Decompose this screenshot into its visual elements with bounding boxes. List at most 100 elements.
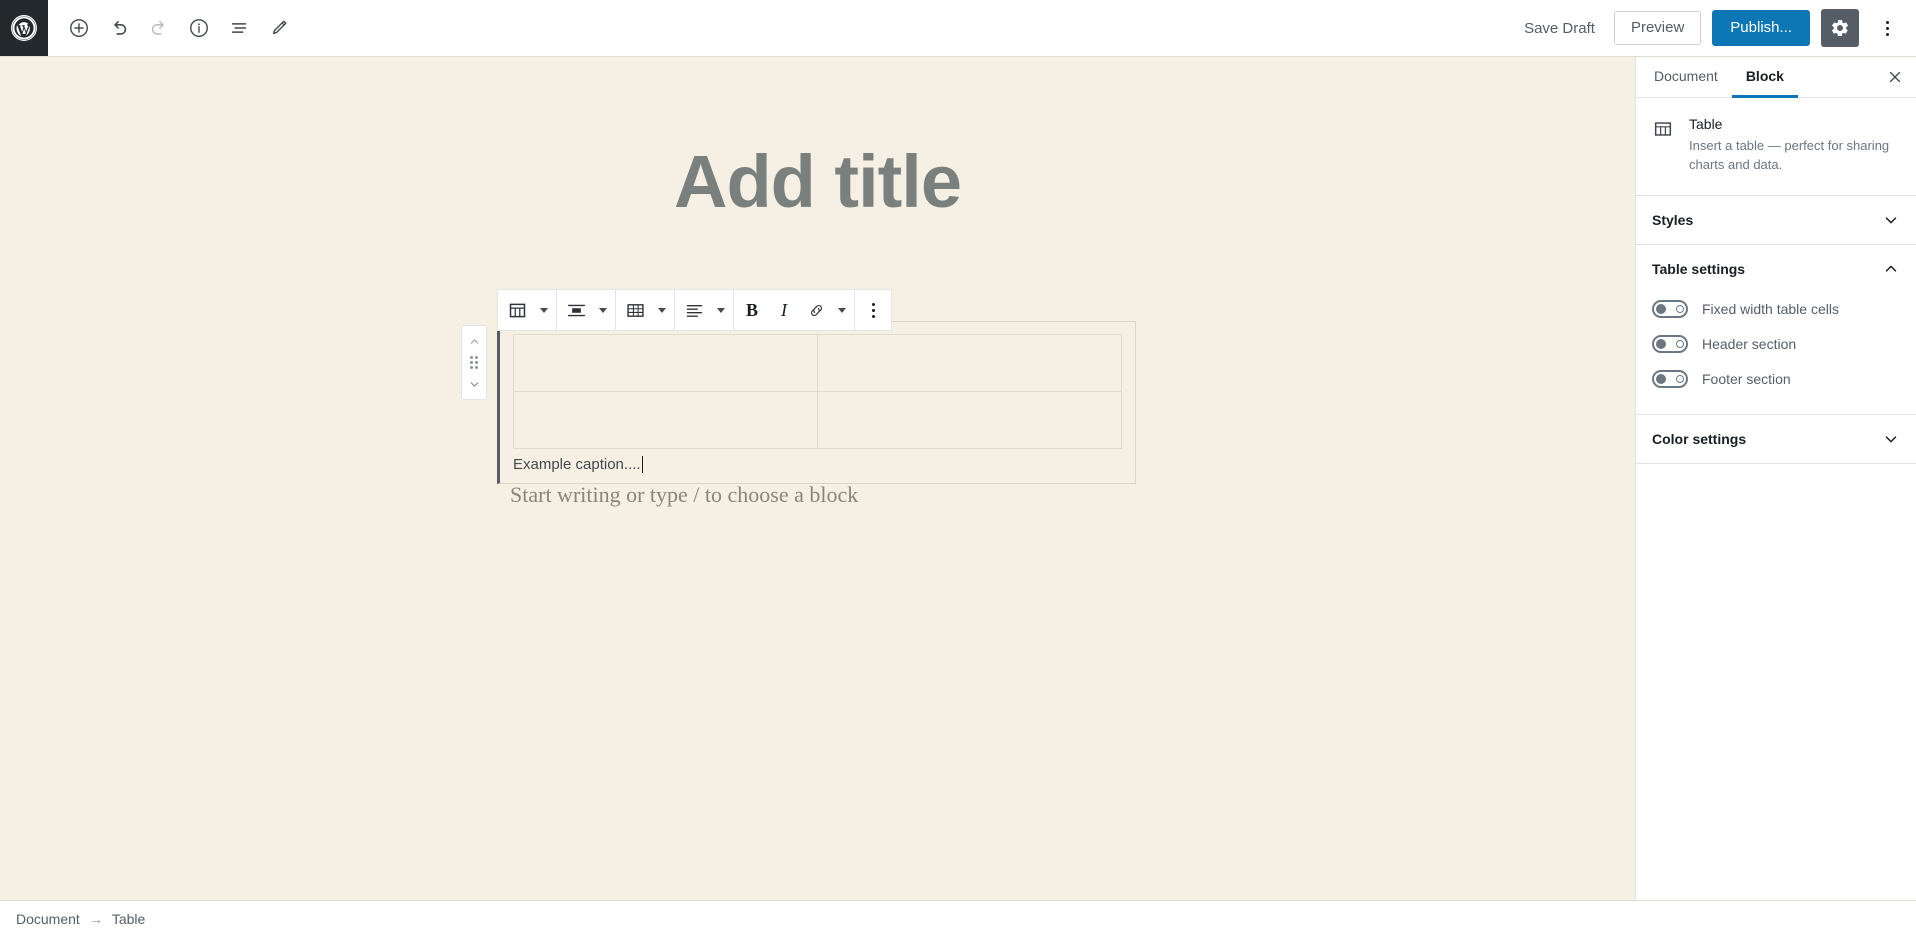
save-draft-button[interactable]: Save Draft [1516, 14, 1603, 43]
panel-color-settings-header[interactable]: Color settings [1636, 415, 1916, 463]
toggle-header-section-label: Header section [1702, 335, 1797, 352]
chevron-down-icon [1885, 217, 1897, 224]
italic-button[interactable]: I [768, 290, 800, 330]
table-block[interactable]: Example caption.... [497, 321, 1136, 484]
settings-gear-button[interactable] [1821, 9, 1859, 47]
bold-button[interactable]: B [736, 290, 768, 330]
post-title-input[interactable]: Add title [0, 57, 1635, 219]
tab-document[interactable]: Document [1640, 57, 1732, 98]
block-align-caret-button[interactable] [593, 290, 613, 330]
vertical-ellipsis-icon [1885, 20, 1889, 36]
toggle-knob [1656, 303, 1666, 314]
editor-body: Add title B I Example caption.... Start … [0, 57, 1916, 900]
redo-button[interactable] [140, 9, 178, 47]
change-block-type-button[interactable] [500, 290, 534, 330]
block-type-group [498, 290, 557, 330]
block-mover [461, 325, 487, 400]
table-block-icon [509, 303, 525, 317]
tab-block[interactable]: Block [1731, 57, 1798, 98]
block-editor-app: Save Draft Preview Publish... Add title [0, 0, 1916, 937]
pencil-icon[interactable] [260, 9, 298, 47]
edit-table-button[interactable] [618, 290, 652, 330]
change-block-alignment-button[interactable] [559, 290, 593, 330]
content-structure-button[interactable] [180, 9, 218, 47]
paragraph-placeholder[interactable]: Start writing or type / to choose a bloc… [510, 482, 858, 508]
chevron-up-icon [1885, 265, 1897, 272]
align-text-left-icon [686, 304, 702, 317]
table-cell[interactable] [817, 334, 1122, 392]
panel-table-settings-header[interactable]: Table settings [1636, 245, 1916, 293]
editor-top-bar: Save Draft Preview Publish... [0, 0, 1916, 57]
edit-table-caret-button[interactable] [652, 290, 672, 330]
toggle-footer-section-label: Footer section [1702, 370, 1791, 387]
panel-table-settings-title: Table settings [1652, 260, 1746, 277]
table-body [513, 334, 1122, 449]
chevron-down-icon [540, 307, 548, 313]
settings-sidebar: Document Block Table Insert a table — pe… [1635, 57, 1916, 900]
text-align-caret-button[interactable] [711, 290, 731, 330]
breadcrumb-separator-icon: → [88, 911, 103, 927]
toggle-fixed-width-table-cells[interactable] [1652, 299, 1688, 318]
wordpress-logo-icon[interactable] [0, 0, 48, 56]
block-type-caret-button[interactable] [534, 290, 554, 330]
panel-table-settings: Table settings Fixed width table cells H… [1636, 245, 1916, 415]
chevron-down-icon [838, 307, 846, 313]
toggle-ring [1676, 374, 1684, 383]
panel-table-settings-body: Fixed width table cells Header section F… [1636, 293, 1916, 414]
preview-button[interactable]: Preview [1613, 11, 1702, 45]
close-sidebar-button[interactable] [1874, 57, 1916, 97]
block-title: Table [1689, 116, 1723, 132]
move-block-up-button[interactable] [463, 331, 485, 351]
chevron-down-icon [470, 381, 478, 387]
toggle-header-section[interactable] [1652, 334, 1688, 353]
vertical-ellipsis-icon [871, 302, 875, 318]
chevron-down-icon [1885, 436, 1897, 443]
chevron-down-icon [658, 307, 666, 313]
publish-button[interactable]: Publish... [1712, 10, 1810, 46]
top-bar-spacer [298, 0, 1516, 56]
panel-styles: Styles [1636, 196, 1916, 245]
toggle-ring [1676, 339, 1684, 348]
table-cell[interactable] [817, 391, 1122, 449]
table-element[interactable] [513, 334, 1122, 449]
move-block-down-button[interactable] [463, 374, 485, 394]
block-align-group [557, 290, 616, 330]
block-info-card: Table Insert a table — perfect for shari… [1636, 98, 1916, 196]
formatting-group: B I [734, 290, 855, 330]
more-rich-text-controls-button[interactable] [832, 290, 852, 330]
table-caption-text: Example caption.... [513, 456, 641, 473]
breadcrumb-document[interactable]: Document [16, 911, 80, 927]
breadcrumb-table[interactable]: Table [112, 911, 145, 927]
table-cell[interactable] [513, 391, 818, 449]
setting-footer-section: Footer section [1652, 363, 1900, 398]
toggle-ring [1676, 304, 1684, 313]
block-options-group [855, 290, 891, 330]
table-caption-input[interactable]: Example caption.... [513, 456, 1122, 473]
table-cell[interactable] [513, 334, 818, 392]
edit-table-icon [626, 303, 644, 317]
editor-canvas: Add title B I Example caption.... Start … [0, 57, 1635, 900]
text-align-group [675, 290, 734, 330]
table-row [513, 334, 1122, 392]
change-text-alignment-button[interactable] [677, 290, 711, 330]
undo-button[interactable] [100, 9, 138, 47]
drag-handle-icon[interactable] [470, 356, 478, 369]
toggle-footer-section[interactable] [1652, 369, 1688, 388]
table-block-icon [1652, 116, 1676, 175]
toggle-knob [1656, 338, 1666, 349]
block-options-button[interactable] [857, 290, 889, 330]
panel-styles-header[interactable]: Styles [1636, 196, 1916, 244]
more-tools-options-button[interactable] [1870, 9, 1904, 47]
add-block-button[interactable] [60, 9, 98, 47]
top-bar-actions: Save Draft Preview Publish... [1516, 0, 1916, 56]
breadcrumb: Document → Table [0, 900, 1916, 937]
panel-styles-title: Styles [1652, 211, 1694, 228]
chevron-down-icon [717, 307, 725, 313]
link-icon [810, 304, 822, 316]
top-bar-tools [48, 0, 298, 56]
link-button[interactable] [800, 290, 832, 330]
edit-table-group [616, 290, 675, 330]
setting-header-section: Header section [1652, 328, 1900, 363]
block-navigation-button[interactable] [220, 9, 258, 47]
chevron-up-icon [470, 338, 478, 344]
